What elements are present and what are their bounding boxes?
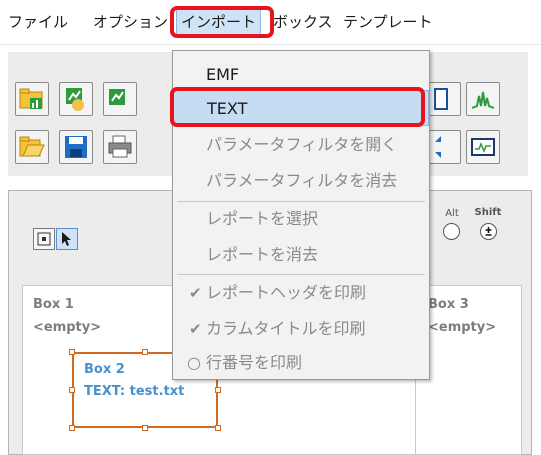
view-icon — [434, 88, 448, 110]
box2-content: TEXT: test.txt — [84, 384, 185, 399]
box3-title: Box 3 — [428, 297, 469, 312]
resize-handle-mr[interactable] — [215, 387, 221, 393]
view-button[interactable] — [427, 82, 461, 116]
sort-button[interactable] — [427, 130, 461, 164]
box1-title: Box 1 — [33, 297, 74, 312]
menu-item-print-column-title[interactable]: ✔ カラムタイトルを印刷 — [173, 311, 429, 347]
chart-hand-icon — [66, 88, 84, 111]
menu-item-open-param-filter[interactable]: パラメータフィルタを開く — [173, 127, 429, 163]
spectrum-icon — [471, 91, 495, 109]
menu-item-print-report-header[interactable]: ✔ レポートヘッダを印刷 — [173, 275, 429, 311]
resize-handle-bm[interactable] — [142, 425, 148, 431]
menu-item-select-report[interactable]: レポートを選択 — [173, 201, 429, 237]
menu-box[interactable]: ボックス — [273, 10, 333, 34]
highlight-text-item — [170, 87, 425, 127]
menu-template[interactable]: テンプレート — [343, 10, 433, 34]
plus-minus-icon — [485, 227, 492, 236]
open-chart-button[interactable] — [15, 82, 49, 116]
resize-handle-br[interactable] — [215, 425, 221, 431]
menu-item-clear-report[interactable]: レポートを消去 — [173, 237, 429, 273]
menu-item-label: カラムタイトルを印刷 — [206, 319, 366, 338]
menu-item-clear-param-filter[interactable]: パラメータフィルタを消去 — [173, 163, 429, 199]
select-mode-button[interactable] — [56, 228, 78, 250]
resize-handle-tl[interactable] — [69, 349, 75, 355]
alt-key-label: Alt — [445, 208, 459, 219]
frame-mode-button[interactable] — [33, 228, 55, 250]
scope-button[interactable] — [466, 130, 500, 164]
printer-icon — [108, 135, 132, 158]
resize-handle-bl[interactable] — [69, 425, 75, 431]
floppy-disk-icon — [65, 136, 87, 158]
box1-content: <empty> — [33, 320, 102, 335]
shift-indicator — [480, 223, 497, 240]
resize-handle-ml[interactable] — [69, 387, 75, 393]
box2-title: Box 2 — [84, 362, 125, 377]
menu-options[interactable]: オプション — [93, 10, 168, 34]
print-button[interactable] — [103, 130, 137, 164]
frame-icon — [37, 232, 51, 246]
spectrum-button[interactable] — [466, 82, 500, 116]
menu-item-label: レポートヘッダを印刷 — [206, 283, 367, 302]
box3-content: <empty> — [428, 320, 497, 335]
folder-open-icon — [19, 136, 45, 157]
chart-report-icon — [109, 89, 125, 105]
oscilloscope-icon — [471, 138, 495, 156]
arrow-updown-icon — [435, 136, 441, 158]
menu-item-label: 行番号を印刷 — [206, 353, 303, 372]
cursor-arrow-icon — [62, 232, 71, 246]
shift-key-label: Shift — [474, 207, 502, 218]
app-window: ファイル オプション インポート ボックス テンプレート Alt Shift B… — [0, 0, 541, 455]
alt-indicator — [443, 223, 460, 240]
menu-item-print-row-number[interactable]: ○ 行番号を印刷 — [173, 345, 429, 381]
highlight-import-menu — [170, 6, 274, 38]
chart-report-button[interactable] — [103, 82, 137, 116]
resize-handle-tm[interactable] — [142, 349, 148, 355]
edit-chart-button[interactable] — [59, 82, 93, 116]
folder-chart-icon — [19, 88, 43, 109]
save-button[interactable] — [59, 130, 93, 164]
open-button[interactable] — [15, 130, 49, 164]
menu-file[interactable]: ファイル — [8, 10, 68, 34]
